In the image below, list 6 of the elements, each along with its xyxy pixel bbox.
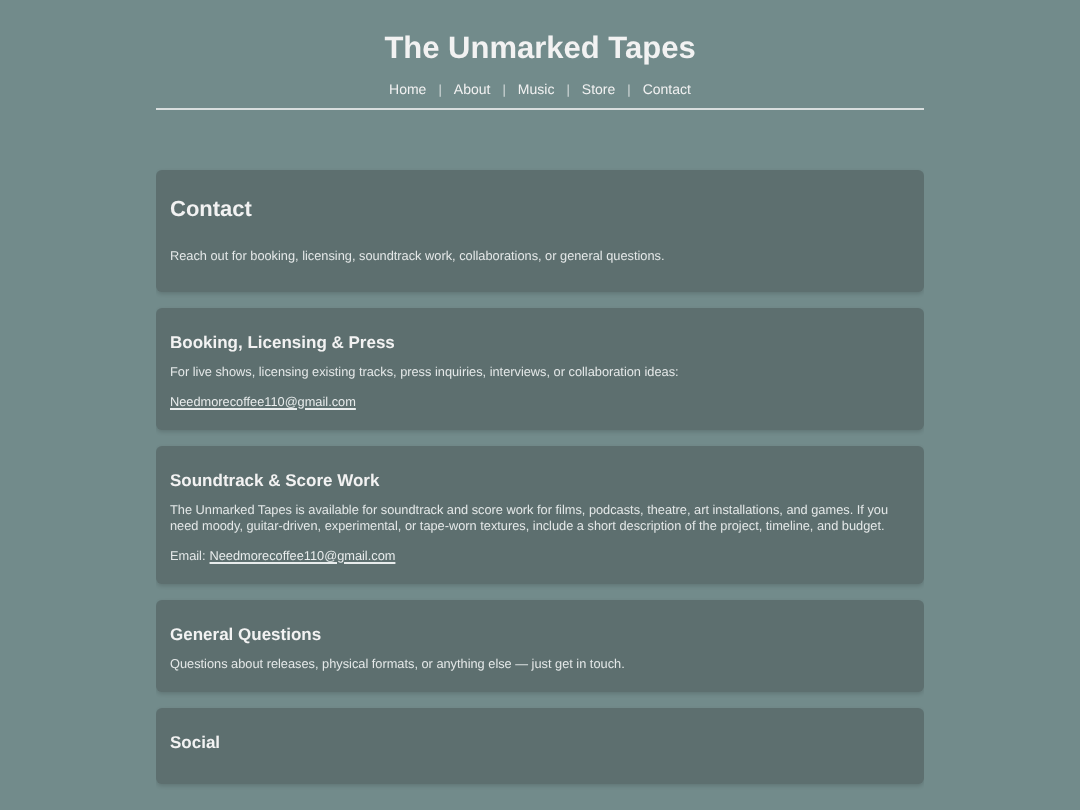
section-heading: Booking, Licensing & Press (170, 332, 395, 353)
section-heading: Contact (170, 198, 252, 222)
section-heading: Soundtrack & Score Work (170, 469, 380, 490)
section-heading: General Questions (170, 623, 322, 644)
section-heading: Social (170, 732, 221, 753)
site-title: The Unmarked Tapes (384, 32, 696, 68)
